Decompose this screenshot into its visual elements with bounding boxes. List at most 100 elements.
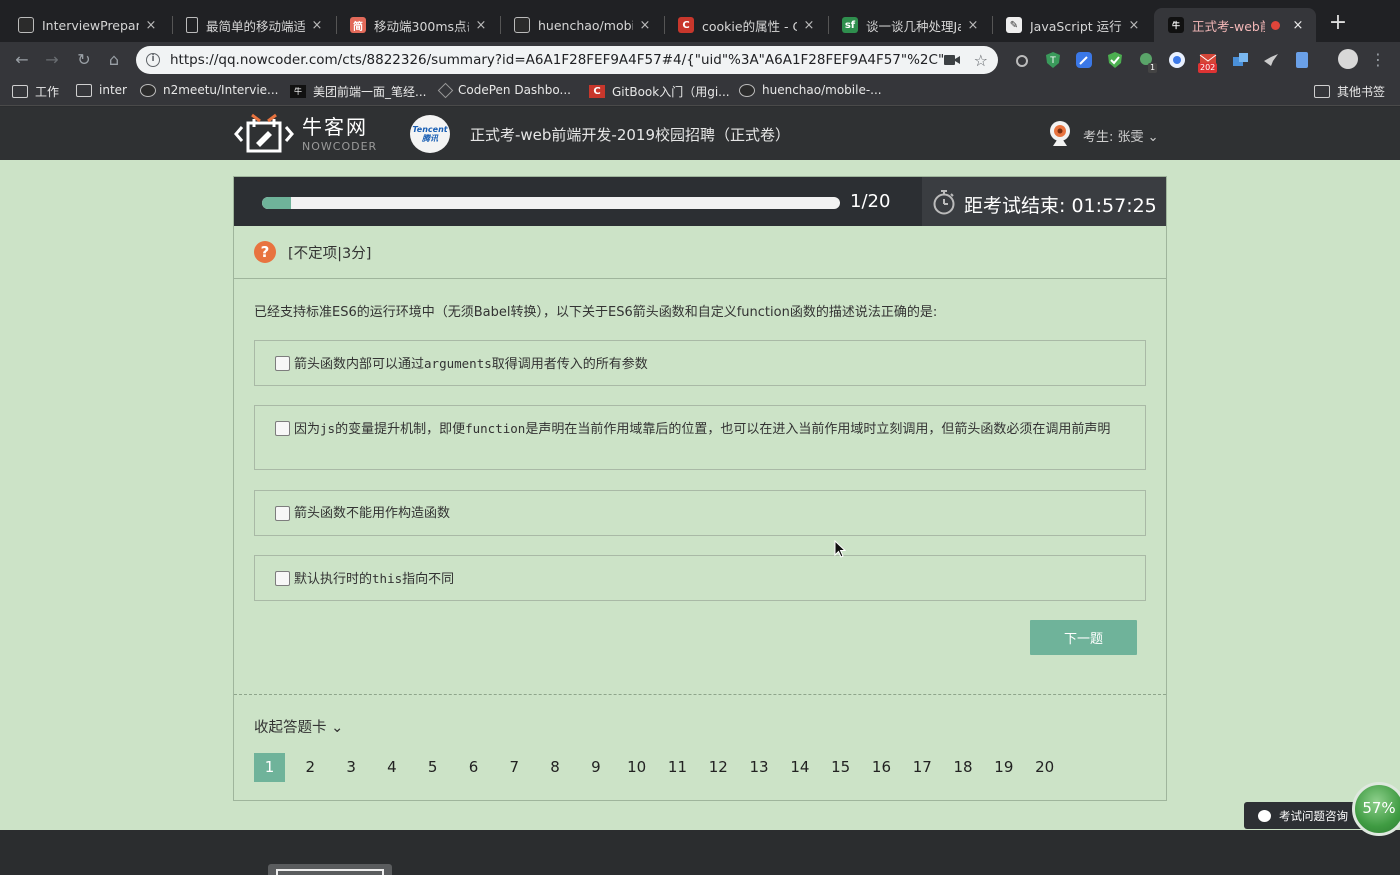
option-checkbox[interactable] [275, 356, 290, 371]
stopwatch-icon [933, 190, 955, 215]
mail-badge: 202 [1198, 63, 1218, 73]
question-number[interactable]: 18 [948, 753, 979, 782]
browser-toolbar: ← → ↻ ⌂ i https://qq.nowcoder.com/cts/88… [0, 42, 1400, 78]
pen-extension-icon[interactable] [1075, 51, 1093, 69]
bookmark-star-icon[interactable]: ☆ [974, 51, 988, 70]
close-icon[interactable]: × [637, 18, 653, 33]
home-icon[interactable]: ⌂ [104, 50, 124, 70]
close-icon[interactable]: × [965, 18, 981, 33]
question-number[interactable]: 16 [866, 753, 897, 782]
bookmark-item[interactable]: 工作 [12, 83, 59, 100]
menu-kebab-icon[interactable]: ⋮ [1368, 50, 1388, 70]
question-number[interactable]: 1 [254, 753, 285, 782]
browser-tab[interactable]: C cookie的属性 - CS × [664, 8, 827, 42]
question-number[interactable]: 2 [295, 753, 326, 782]
help-consult-button[interactable]: 考试问题咨询 [1244, 802, 1366, 829]
profile-avatar[interactable] [1338, 49, 1358, 69]
option-checkbox[interactable] [275, 571, 290, 586]
bookmark-item[interactable]: n2meetu/Intervie... [140, 83, 278, 97]
next-question-button[interactable]: 下一题 [1030, 620, 1137, 655]
webcam-icon [1050, 121, 1070, 146]
csdn-icon: C [589, 85, 605, 98]
page-footer [0, 830, 1400, 875]
option-d[interactable]: 默认执行时的this指向不同 [254, 555, 1146, 601]
question-number[interactable]: 3 [336, 753, 367, 782]
bird-icon[interactable] [1262, 51, 1280, 69]
option-a[interactable]: 箭头函数内部可以通过arguments取得调用者传入的所有参数 [254, 340, 1146, 386]
camera-icon[interactable] [943, 54, 960, 66]
browser-tab[interactable]: huenchao/mobile- × [500, 8, 663, 42]
close-icon[interactable]: × [1126, 18, 1142, 33]
nowcoder-logo[interactable]: 牛客网 NOWCODER [234, 113, 377, 155]
logo-subtext: NOWCODER [302, 139, 378, 153]
nowcoder-icon: 牛 [290, 85, 306, 98]
shield-t-icon[interactable]: T [1044, 51, 1062, 69]
question-number[interactable]: 10 [621, 753, 652, 782]
new-tab-button[interactable]: + [1326, 12, 1350, 36]
back-icon[interactable]: ← [12, 50, 32, 70]
answer-card-toggle[interactable]: 收起答题卡 ⌄ [254, 716, 343, 737]
question-number[interactable]: 17 [907, 753, 938, 782]
address-bar[interactable]: i https://qq.nowcoder.com/cts/8822326/su… [136, 46, 998, 74]
folder-icon [12, 85, 28, 98]
browser-tab[interactable]: sf 谈一谈几种处理Jav × [828, 8, 991, 42]
document-icon [186, 17, 198, 33]
question-number[interactable]: 4 [376, 753, 407, 782]
tencent-logo: Tencent 腾讯 [410, 115, 450, 153]
question-number[interactable]: 14 [784, 753, 815, 782]
doc-extension-icon[interactable] [1293, 51, 1311, 69]
bookmark-item[interactable]: inter [76, 83, 127, 97]
circle-extension-icon[interactable] [1168, 51, 1186, 69]
question-number[interactable]: 9 [580, 753, 611, 782]
question-number[interactable]: 7 [499, 753, 530, 782]
adblock-shield-icon[interactable] [1106, 51, 1124, 69]
question-number[interactable]: 20 [1029, 753, 1060, 782]
question-number[interactable]: 5 [417, 753, 448, 782]
chevron-down-icon: ⌄ [1147, 130, 1159, 145]
recording-icon [1271, 20, 1280, 30]
close-icon[interactable]: × [143, 18, 159, 33]
question-number[interactable]: 13 [744, 753, 775, 782]
site-info-icon[interactable]: i [146, 53, 160, 67]
option-checkbox[interactable] [275, 421, 290, 436]
browser-tab-bar: InterviewPreparati × 最简单的移动端适配 × 简 移动端30… [0, 0, 1400, 42]
question-number[interactable]: 12 [703, 753, 734, 782]
browser-tab-active[interactable]: 牛 正式考-web前 × [1154, 8, 1316, 42]
other-bookmarks[interactable]: 其他书签 [1314, 83, 1385, 100]
url-text[interactable]: https://qq.nowcoder.com/cts/8822326/summ… [170, 52, 944, 68]
option-c[interactable]: 箭头函数不能用作构造函数 [254, 490, 1146, 536]
question-number[interactable]: 15 [825, 753, 856, 782]
option-checkbox[interactable] [275, 506, 290, 521]
forward-icon[interactable]: → [42, 50, 62, 70]
svg-text:T: T [1049, 56, 1056, 66]
close-icon[interactable]: × [473, 18, 489, 33]
extension-icon[interactable] [1013, 51, 1031, 69]
question-number[interactable]: 6 [458, 753, 489, 782]
bookmark-item[interactable]: 牛美团前端一面_笔经... [290, 83, 426, 100]
question-number[interactable]: 8 [540, 753, 571, 782]
browser-tab[interactable]: ✎ JavaScript 运行机 × [992, 8, 1152, 42]
browser-tab[interactable]: 简 移动端300ms点击 × [336, 8, 499, 42]
option-b[interactable]: 因为js的变量提升机制，即便function是声明在当前作用域靠后的位置，也可以… [254, 405, 1146, 470]
close-icon[interactable]: × [801, 18, 817, 33]
github-icon [140, 83, 156, 97]
progress-orb[interactable]: 57% [1352, 782, 1400, 836]
question-number[interactable]: 19 [988, 753, 1019, 782]
progress-text: 1/20 [850, 191, 891, 212]
chevron-down-icon: ⌄ [331, 720, 344, 736]
bookmark-item[interactable]: huenchao/mobile-... [739, 83, 882, 97]
site-header: 牛客网 NOWCODER Tencent 腾讯 正式考-web前端开发-2019… [0, 107, 1400, 160]
browser-tab[interactable]: InterviewPreparati × [4, 8, 169, 42]
candidate-menu[interactable]: 考生: 张雯 ⌄ [1083, 126, 1159, 145]
folder-icon [1314, 85, 1330, 98]
bookmark-item[interactable]: CodePen Dashbo... [437, 82, 571, 98]
close-icon[interactable]: × [309, 18, 325, 33]
reload-icon[interactable]: ↻ [74, 50, 94, 70]
question-navigator: 1 2 3 4 5 6 7 8 9 10 11 12 13 14 15 16 17 18 19 20 [254, 753, 1070, 782]
translate-icon[interactable] [1231, 51, 1249, 69]
browser-tab[interactable]: 最简单的移动端适配 × [172, 8, 335, 42]
footer-tab [268, 864, 392, 875]
close-icon[interactable]: × [1290, 18, 1306, 33]
bookmark-item[interactable]: C GitBook入门（用gi... [589, 83, 730, 100]
question-number[interactable]: 11 [662, 753, 693, 782]
